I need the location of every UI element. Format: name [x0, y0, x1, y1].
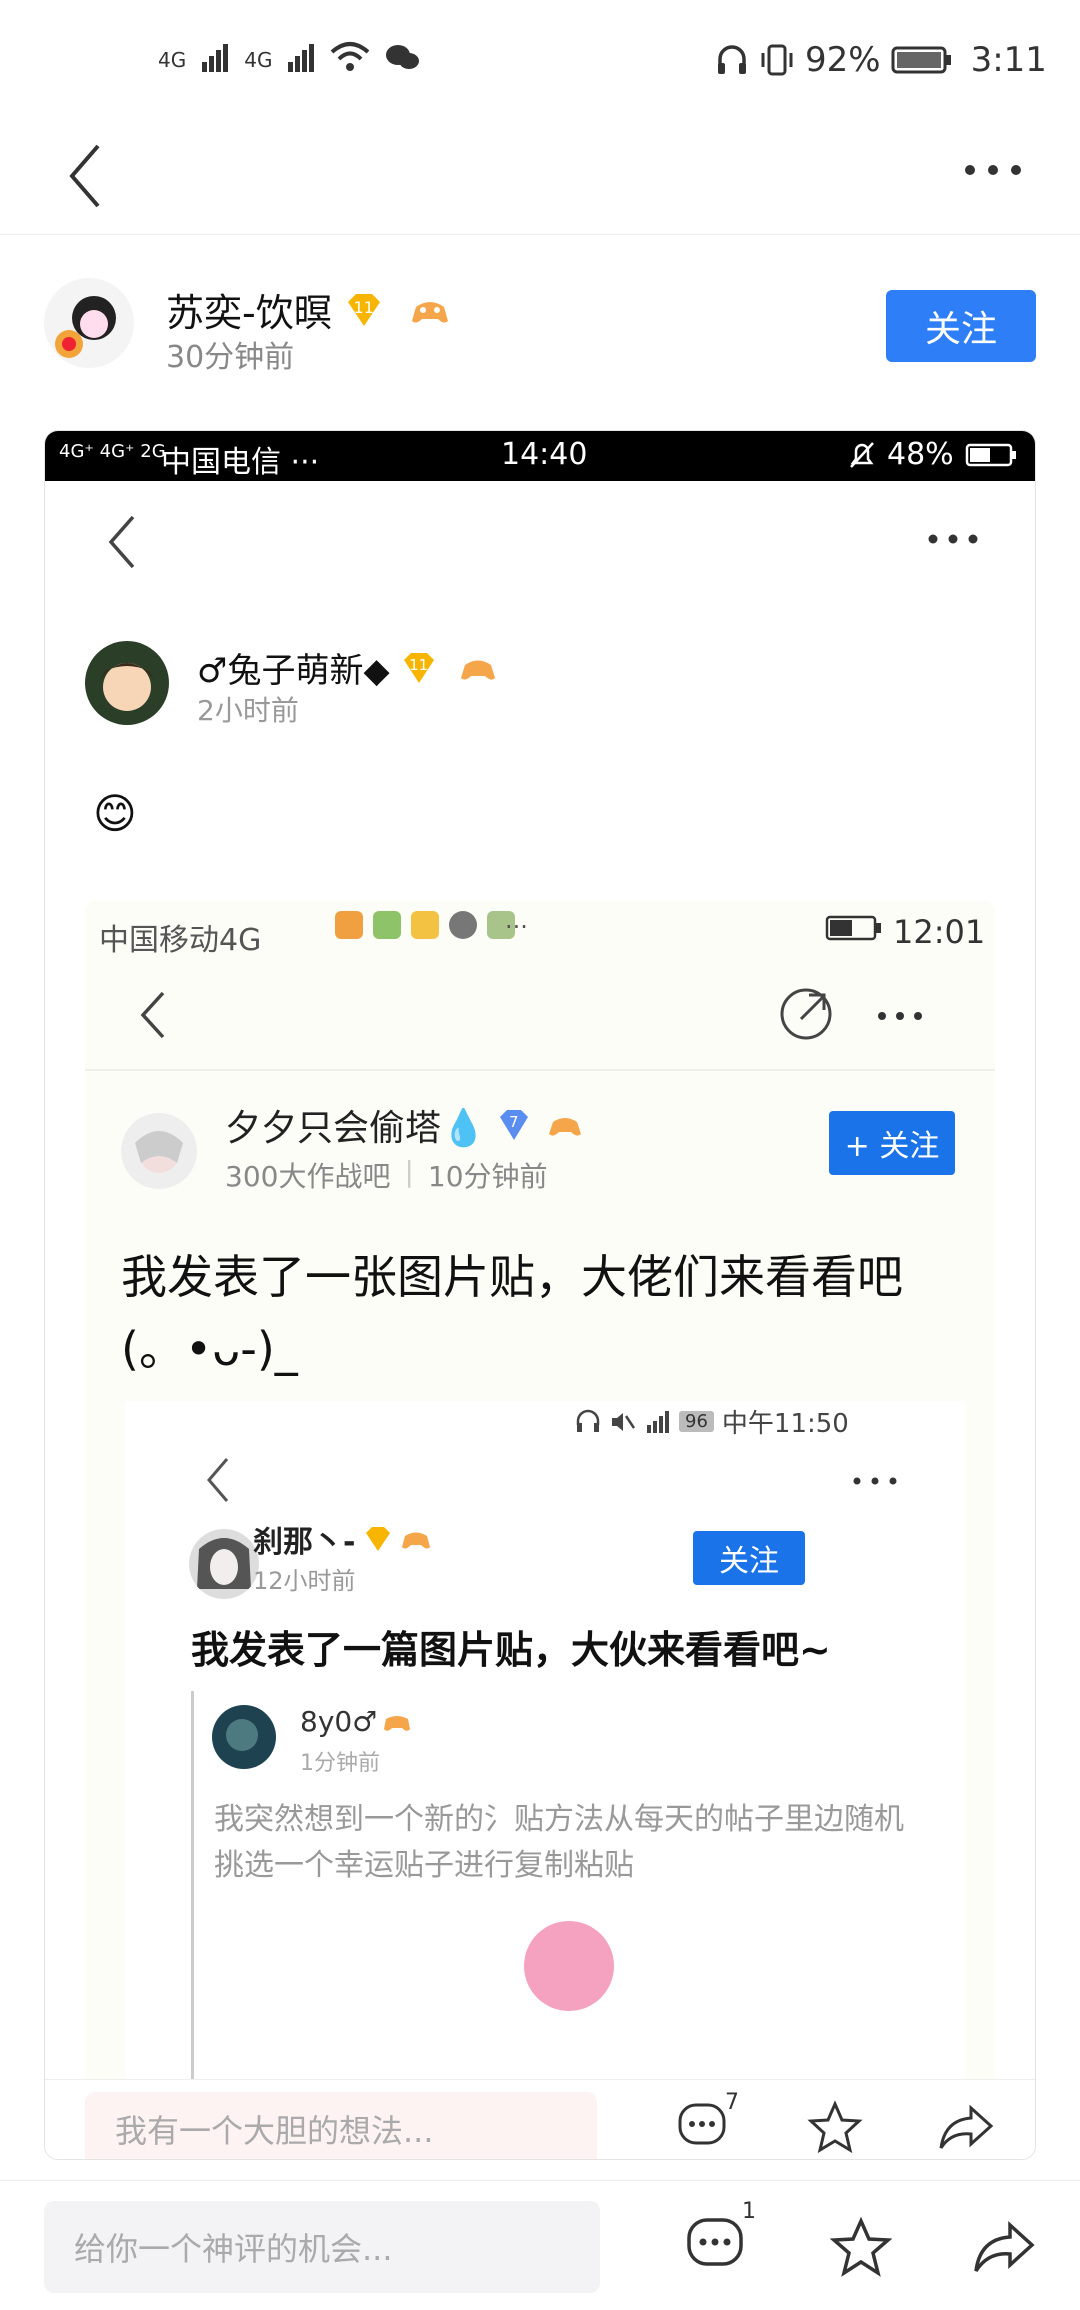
level-badge: 11 — [400, 651, 438, 685]
author-name[interactable]: 苏奕-饮暝 — [166, 282, 332, 337]
comment-count: 1 — [742, 2199, 756, 2224]
author-row: 刹那丶- — [253, 1517, 431, 1561]
author-name: 夕夕只会偷塔💧 — [225, 1108, 486, 1149]
share-icon — [939, 2104, 994, 2149]
post-time: 12小时前 — [253, 1567, 356, 1595]
more-icon — [928, 534, 978, 544]
post-title: 我发表了一篇图片贴，大伙来看看吧~ — [191, 1628, 831, 1672]
game-controller-icon — [402, 1532, 431, 1549]
comment-input: 我有一个大胆的想法... — [85, 2092, 597, 2159]
author-row: 夕夕只会偷塔💧 7 — [225, 1099, 582, 1151]
nested-screenshot: 96 中午11:50 刹那丶- 12小时前 关注 我发表了一篇图片贴，大伙来看看… — [125, 1401, 965, 2159]
follow-button: + 关注 — [829, 1111, 955, 1175]
game-controller-icon — [384, 1715, 411, 1731]
more-icon — [853, 1477, 897, 1485]
battery-icon — [891, 46, 951, 74]
share-arrow-icon — [780, 988, 832, 1040]
more-icon — [878, 1012, 922, 1020]
back-arrow-icon — [207, 1458, 229, 1502]
quote-text: 我突然想到一个新的氵贴方法从每天的帖子里边随机挑选一个幸运贴子进行复制粘贴 — [214, 1802, 904, 1883]
embedded-status-bar: 4G⁺ 4G⁺ 2G 中国电信 ··· 14:40 48% — [45, 431, 1035, 481]
author-row: 8y0♂ — [300, 1705, 411, 1738]
avatar — [212, 1705, 276, 1769]
avatar — [85, 641, 169, 725]
signal-icon — [288, 44, 315, 72]
author-name: 刹那丶- — [253, 1525, 356, 1560]
battery-level: 96 — [679, 1411, 714, 1432]
level-badge-icon — [366, 1527, 391, 1551]
headset-icon — [718, 45, 746, 74]
star-icon[interactable] — [830, 2217, 892, 2279]
battery-percent: 92% — [805, 40, 881, 80]
wechat-icon — [386, 45, 420, 69]
comment-input[interactable]: 给你一个神评的机会... — [44, 2201, 600, 2293]
avatar — [121, 1113, 197, 1189]
status-bar: 96 中午11:50 — [575, 1403, 849, 1440]
notification-icons — [335, 911, 515, 939]
comment-bar: 我有一个大胆的想法... 7 — [45, 2079, 1035, 2159]
signal-icon — [202, 44, 229, 72]
screenshot-image[interactable]: 4G⁺ 4G⁺ 2G 中国电信 ··· 14:40 48% ♂兔子萌新◆ 11 … — [44, 430, 1036, 2160]
star-icon — [807, 2100, 863, 2154]
level-badge: 7 — [496, 1108, 532, 1142]
more-icon[interactable] — [960, 160, 1030, 180]
headset-icon — [576, 1409, 600, 1432]
post-time: 10分钟前 — [427, 1160, 548, 1193]
post-time: 1分钟前 — [300, 1751, 380, 1776]
nav-bar — [0, 120, 1080, 235]
signal-icons: 4G 4G — [158, 40, 420, 72]
bottom-comment-bar: 给你一个神评的机会... 1 — [0, 2180, 1080, 2310]
status-bar: 4G 4G 92% 3:11 — [0, 0, 1080, 120]
post-time: 30分钟前 — [166, 340, 295, 375]
forum-name: 300大作战吧 — [225, 1160, 391, 1193]
post-title: 我发表了一张图片贴，大佬们来看看吧(。•ᴗ-)_ — [121, 1250, 903, 1376]
back-arrow-icon — [140, 991, 165, 1039]
vibrate-icon — [761, 44, 793, 76]
author-row: ♂兔子萌新◆ 11 — [197, 643, 496, 692]
battery-icon — [825, 915, 881, 941]
mute-bell-icon — [850, 442, 874, 468]
meta-row: 300大作战吧 | 10分钟前 — [225, 1155, 548, 1193]
status-right: 92% 3:11 — [715, 40, 1047, 80]
author-name: ♂兔子萌新◆ — [197, 651, 390, 691]
level-badge: 11 — [344, 292, 384, 328]
avatar — [189, 1529, 259, 1599]
comment-count: 7 — [725, 2090, 739, 2115]
follow-button: 关注 — [693, 1531, 805, 1585]
author-row: 苏奕-饮暝 11 — [166, 282, 450, 337]
wifi-icon — [331, 42, 370, 71]
smile-emoji: 😊 — [93, 789, 137, 838]
mute-icon — [612, 1412, 635, 1431]
avatar[interactable] — [44, 278, 134, 368]
share-icon[interactable] — [972, 2221, 1036, 2277]
comment-icon — [678, 2103, 726, 2145]
back-arrow-icon[interactable] — [60, 136, 110, 216]
battery-icon — [965, 443, 1016, 467]
game-controller-icon — [460, 660, 495, 680]
back-arrow-icon — [108, 515, 135, 569]
signal-icon — [647, 1410, 669, 1433]
game-controller-icon — [411, 301, 448, 323]
comment-icon[interactable] — [686, 2217, 746, 2277]
nested-screenshot: 中国移动4G ··· 12:01 夕夕只会偷塔💧 7 300大作战吧 | 10分… — [85, 901, 995, 2159]
author-name: 8y0♂ — [300, 1705, 378, 1738]
post-time: 2小时前 — [197, 694, 299, 727]
follow-button[interactable]: 关注 — [886, 290, 1036, 362]
clock: 3:11 — [970, 40, 1047, 80]
game-controller-icon — [548, 1118, 581, 1136]
pink-image — [524, 1921, 614, 2011]
